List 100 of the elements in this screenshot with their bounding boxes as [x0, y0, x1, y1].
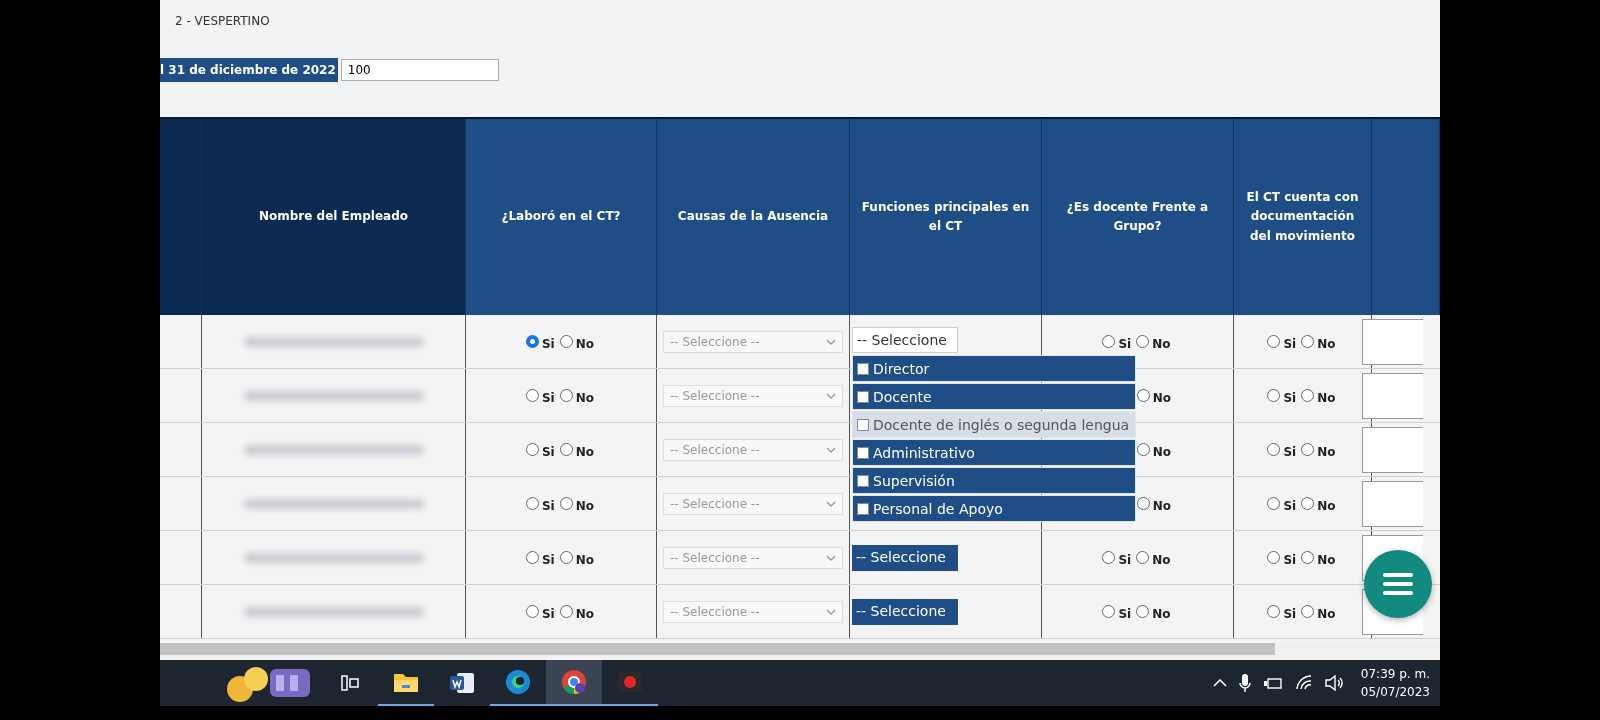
function-option[interactable]: Director	[852, 355, 1136, 382]
chevron-icon	[826, 446, 836, 453]
radio-label: No	[1317, 498, 1336, 513]
radio-label: Si	[1118, 336, 1132, 351]
radio-label: No	[1317, 390, 1336, 405]
radio-label: No	[1152, 444, 1171, 459]
radio-label: Si	[1118, 552, 1132, 567]
radio-button[interactable]	[559, 389, 573, 402]
radio-button[interactable]	[1301, 335, 1315, 348]
radio-button[interactable]	[1301, 551, 1315, 564]
radio-button[interactable]	[559, 335, 573, 348]
radio-button[interactable]	[1102, 335, 1116, 348]
radio-label: No	[1152, 606, 1171, 621]
column-header: ¿Es docente Frente a Grupo?	[1065, 198, 1210, 235]
radio-label: No	[575, 336, 595, 351]
chevron-icon	[826, 392, 836, 399]
radio-label: No	[1152, 552, 1171, 567]
checkbox[interactable]	[857, 502, 869, 515]
column-header: Nombre del Empleado	[258, 208, 409, 226]
shift-text: 2 - VESPERTINO	[175, 14, 271, 28]
radio-button[interactable]	[1136, 551, 1150, 564]
radio-button[interactable]	[1136, 335, 1150, 348]
radio-button[interactable]	[1301, 497, 1315, 510]
radio-label: No	[575, 498, 595, 513]
clock-time[interactable]: 07:39 p. m.	[1360, 665, 1430, 683]
radio-button[interactable]	[525, 497, 539, 510]
radio-button[interactable]	[1267, 497, 1281, 510]
chevron-icon	[826, 608, 836, 615]
radio-button[interactable]	[1267, 551, 1281, 564]
radio-button[interactable]	[525, 335, 539, 348]
input-field[interactable]	[1362, 372, 1423, 419]
checkbox[interactable]	[857, 474, 869, 487]
radio-label: Si	[1283, 336, 1297, 351]
radio-button[interactable]	[525, 443, 539, 456]
battery-icon[interactable]	[1262, 676, 1283, 690]
count-label: l 31 de diciembre de 2022	[160, 58, 338, 82]
radio-button[interactable]	[1267, 335, 1281, 348]
radio-label: No	[1152, 390, 1171, 405]
column-header: ¿Laboró en el CT?	[501, 208, 621, 226]
function-dropdown[interactable]: -- Seleccione	[852, 598, 958, 625]
radio-button[interactable]	[1136, 605, 1150, 618]
radio-button[interactable]	[1267, 443, 1281, 456]
radio-button[interactable]	[1136, 497, 1150, 510]
radio-button[interactable]	[1267, 605, 1281, 618]
radio-button[interactable]	[525, 551, 539, 564]
scrollbar-thumb[interactable]	[160, 643, 1275, 655]
chevron-up-icon[interactable]	[1212, 679, 1227, 687]
checkbox[interactable]	[857, 418, 869, 431]
radio-label: Si	[1118, 606, 1132, 621]
radio-button[interactable]	[1301, 605, 1315, 618]
chevron-icon	[826, 500, 836, 507]
function-option[interactable]: Personal de Apoyo	[852, 495, 1136, 522]
radio-button[interactable]	[1102, 551, 1116, 564]
radio-button[interactable]	[1301, 443, 1315, 456]
radio-label: No	[1317, 606, 1336, 621]
radio-label: No	[1317, 552, 1336, 567]
microphone-icon[interactable]	[1238, 673, 1251, 693]
chevron-icon	[826, 554, 836, 561]
radio-button[interactable]	[525, 605, 539, 618]
radio-button[interactable]	[1301, 389, 1315, 402]
function-option[interactable]: Docente	[852, 383, 1136, 410]
function-option[interactable]: Supervisión	[852, 467, 1136, 494]
checkbox[interactable]	[857, 390, 869, 403]
input-field[interactable]	[1362, 318, 1423, 365]
function-dropdown[interactable]: -- Seleccione	[852, 544, 958, 571]
chrome-icon[interactable]	[546, 660, 602, 706]
clock-date[interactable]: 05/07/2023	[1360, 683, 1430, 701]
checkbox[interactable]	[857, 446, 869, 459]
radio-button[interactable]	[559, 443, 573, 456]
function-dropdown[interactable]: -- Seleccione	[852, 327, 958, 353]
column-header: El CT cuenta con documentación del movimiento	[1245, 189, 1360, 245]
count-field[interactable]: 100	[340, 59, 499, 81]
radio-button[interactable]	[525, 389, 539, 402]
speaker-icon[interactable]	[1324, 675, 1345, 691]
radio-button[interactable]	[559, 551, 573, 564]
radio-label: Si	[541, 606, 555, 621]
radio-label: No	[1317, 336, 1336, 351]
radio-label: No	[1152, 498, 1171, 513]
radio-label: No	[575, 552, 595, 567]
radio-button[interactable]	[559, 605, 573, 618]
radio-label: Si	[1283, 390, 1297, 405]
radio-label: Si	[541, 336, 555, 351]
radio-label: No	[1152, 336, 1171, 351]
input-field[interactable]	[1362, 426, 1423, 473]
radio-button[interactable]	[1267, 389, 1281, 402]
radio-label: Si	[541, 498, 555, 513]
checkbox[interactable]	[857, 362, 869, 375]
radio-button[interactable]	[559, 497, 573, 510]
input-field[interactable]	[1362, 480, 1423, 527]
function-option[interactable]: Docente de inglés o segunda lengua	[852, 411, 1136, 438]
function-option[interactable]: Administrativo	[852, 439, 1136, 466]
radio-button[interactable]	[1102, 605, 1116, 618]
radio-label: No	[575, 606, 595, 621]
radio-label: Si	[1283, 444, 1297, 459]
wifi-icon[interactable]	[1294, 675, 1313, 691]
radio-label: Si	[541, 444, 555, 459]
radio-label: No	[1317, 444, 1336, 459]
radio-label: Si	[1283, 498, 1297, 513]
radio-button[interactable]	[1136, 389, 1150, 402]
radio-button[interactable]	[1136, 443, 1150, 456]
